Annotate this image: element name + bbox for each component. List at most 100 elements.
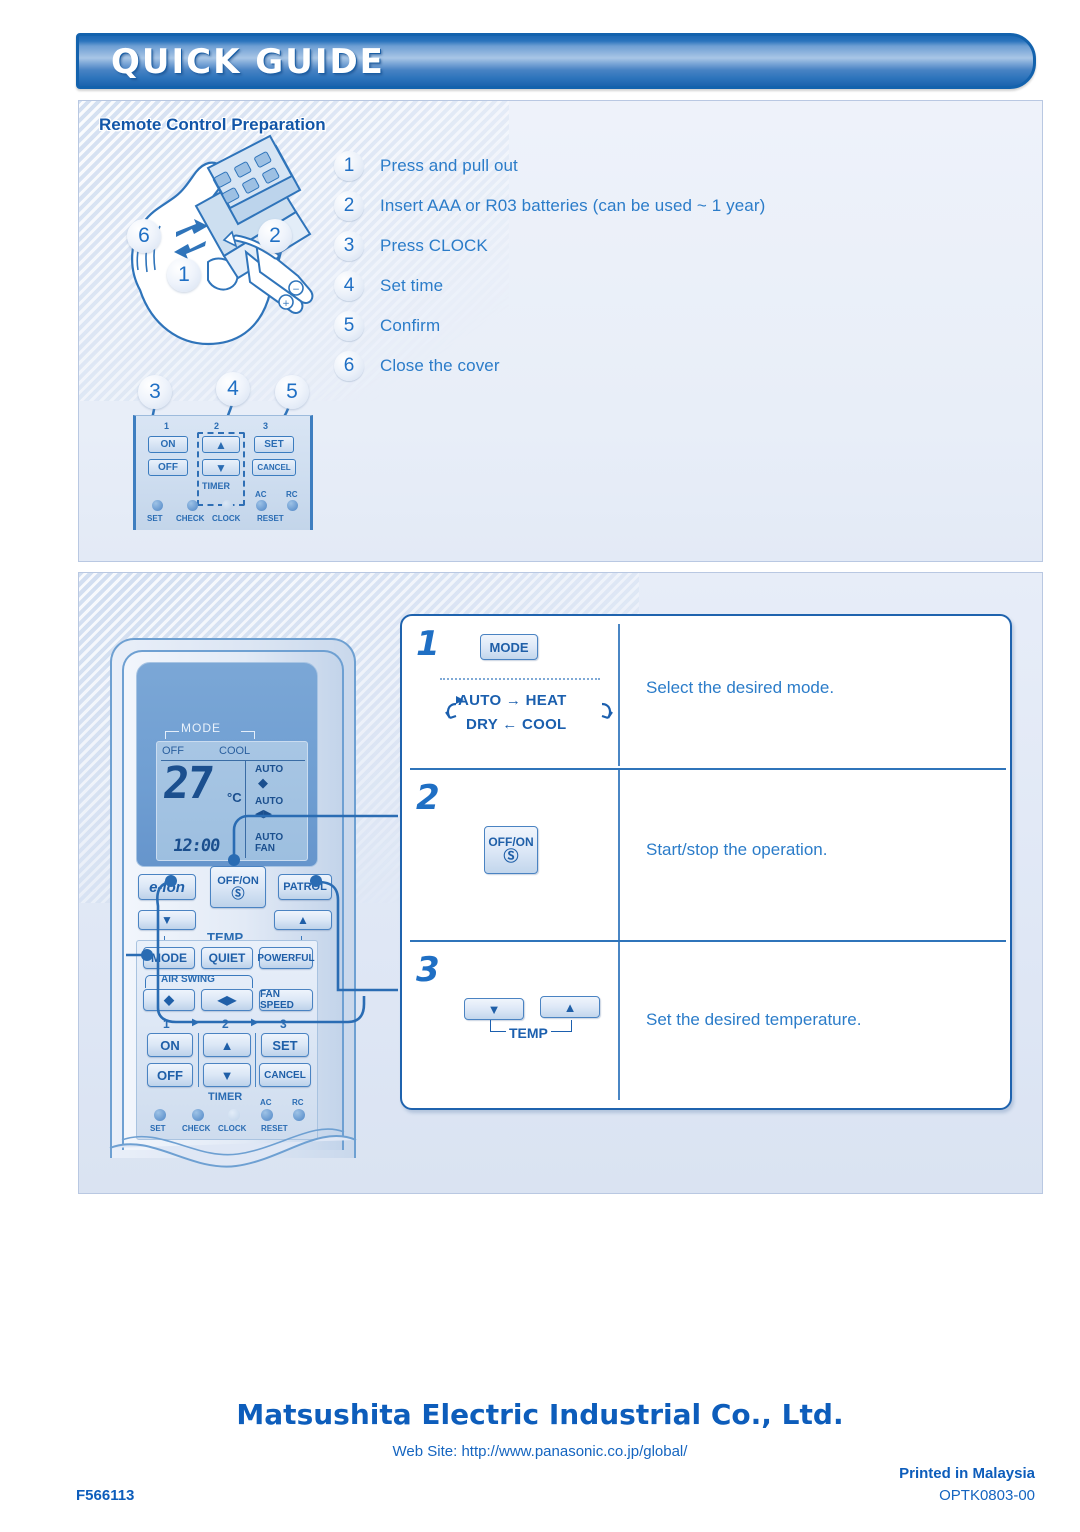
callout-2: 2: [258, 219, 292, 253]
table-vertical-divider-3: [618, 942, 620, 1100]
callout-6: 6: [127, 219, 161, 253]
mode-cycle-arrows-icon: [445, 696, 613, 720]
horizontal-swing-button[interactable]: ◀▶: [201, 989, 253, 1011]
timer-arrow-1-icon: ▶: [192, 1017, 200, 1028]
set-indicator: [154, 1109, 166, 1121]
callout-1: 1: [167, 258, 201, 292]
remote-display-area: MODE OFF COOL 27 °C 12:00 AUTO ◆ AUTO ◀▶…: [136, 662, 318, 867]
lcd-auto-air-label: AUTO: [255, 796, 284, 807]
step-label: Insert AAA or R03 batteries (can be used…: [380, 196, 766, 215]
mini-on-button[interactable]: ON: [148, 436, 188, 453]
mini-ac-reset-indicator: [256, 500, 267, 511]
mini-cancel-button[interactable]: CANCEL: [252, 459, 296, 476]
check-indicator: [192, 1109, 204, 1121]
set-indicator-label: SET: [150, 1124, 166, 1133]
mini-up-button[interactable]: ▲: [202, 436, 240, 453]
timer-up-button[interactable]: ▲: [203, 1033, 251, 1057]
table-vertical-divider-1: [618, 624, 620, 766]
list-item: 2 Insert AAA or R03 batteries (can be us…: [334, 186, 954, 226]
mini-timer-label: TIMER: [202, 481, 230, 491]
list-item: 3 Press CLOCK: [334, 226, 954, 266]
mini-set-indicator: [152, 500, 163, 511]
power-icon: Ⓢ: [503, 847, 519, 865]
printed-in-label: Printed in Malaysia: [899, 1465, 1035, 1482]
timer-cancel-button[interactable]: CANCEL: [259, 1063, 311, 1087]
lcd-auto-fan-label: AUTO: [255, 832, 284, 843]
section-title-preparation: Remote Control Preparation: [99, 115, 326, 134]
temp-down-key-illustration[interactable]: ▼: [464, 998, 524, 1020]
mini-reset-label: RESET: [257, 514, 284, 523]
timer-divider-1: [198, 1033, 200, 1087]
offon-button-label: OFF/ON: [217, 874, 259, 887]
reset-label: RESET: [261, 1124, 288, 1133]
remote-control: MODE OFF COOL 27 °C 12:00 AUTO ◆ AUTO ◀▶…: [122, 650, 344, 1150]
step-label: Set time: [380, 276, 444, 295]
vertical-swing-button[interactable]: ◆: [143, 989, 195, 1011]
temp-down-button[interactable]: ▼: [138, 910, 196, 930]
mini-check-label: CHECK: [176, 514, 205, 523]
temp-up-key-illustration[interactable]: ▲: [540, 996, 600, 1018]
mini-down-button[interactable]: ▼: [202, 459, 240, 476]
step-number: 6: [334, 351, 364, 381]
timer-divider-2: [255, 1033, 257, 1087]
timer-on-button[interactable]: ON: [147, 1033, 193, 1057]
vertical-swing-icon: ◆: [258, 775, 268, 790]
step-number: 2: [334, 191, 364, 221]
step-number: 1: [334, 151, 364, 181]
mini-off-button[interactable]: OFF: [148, 459, 188, 476]
mode-button[interactable]: MODE: [143, 947, 195, 969]
eion-button[interactable]: e-ion: [138, 874, 196, 900]
step-label: Press CLOCK: [380, 236, 488, 255]
document-code: OPTK0803-00: [939, 1487, 1035, 1504]
quiet-button[interactable]: QUIET: [201, 947, 253, 969]
table-vertical-divider-2: [618, 770, 620, 940]
page-title: QUICK GUIDE: [111, 42, 385, 82]
offon-button[interactable]: OFF/ON Ⓢ: [210, 866, 266, 908]
offon-key-illustration[interactable]: OFF/ON Ⓢ: [484, 826, 538, 874]
fan-speed-button[interactable]: FAN SPEED: [259, 989, 313, 1011]
powerful-button[interactable]: POWERFUL: [257, 947, 315, 969]
quick-guide-page: QUICK GUIDE Remote Control Preparation 1…: [0, 0, 1080, 1532]
table-row: 1 MODE AUTO → HEAT DRY ← COOL Select the…: [402, 616, 1010, 768]
timer-down-button[interactable]: ▼: [203, 1063, 251, 1087]
list-item: 6 Close the cover: [334, 346, 954, 386]
list-item: 5 Confirm: [334, 306, 954, 346]
callout-5: 5: [275, 375, 309, 409]
preparation-step-list: 1 Press and pull out 2 Insert AAA or R03…: [334, 146, 954, 386]
rc-label: RC: [292, 1098, 304, 1107]
mini-col-1: 1: [164, 421, 170, 431]
timer-off-button[interactable]: OFF: [147, 1063, 193, 1087]
temp-up-button[interactable]: ▲: [274, 910, 332, 930]
callout-3: 3: [138, 375, 172, 409]
timer-arrow-2-icon: ▶: [251, 1017, 259, 1028]
list-item: 1 Press and pull out: [334, 146, 954, 186]
mini-clock-label: CLOCK: [212, 514, 241, 523]
operation-instructions-table: 1 MODE AUTO → HEAT DRY ← COOL Select the…: [400, 614, 1012, 1110]
lcd-off-label: OFF: [162, 745, 184, 757]
mode-bracket-right: [241, 731, 255, 739]
mode-key-illustration: MODE: [480, 634, 538, 660]
lcd-clock-value: 12:00: [171, 836, 221, 856]
timer-set-button[interactable]: SET: [261, 1033, 309, 1057]
mini-rc-label: RC: [286, 490, 298, 499]
step-label: Confirm: [380, 316, 441, 335]
mini-set-button[interactable]: SET: [254, 436, 294, 453]
patrol-button[interactable]: PATROL: [278, 874, 332, 900]
lcd-divider-vertical: [245, 760, 246, 858]
instruction-number-3: 3: [416, 950, 440, 990]
mini-check-indicator: [187, 500, 198, 511]
website-url: Web Site: http://www.panasonic.co.jp/glo…: [392, 1443, 688, 1460]
table-row: 3 ▼ ▲ TEMP Set the desired temperature.: [402, 942, 1010, 1108]
instruction-number-1: 1: [416, 624, 440, 664]
lcd-auto-swing-label: AUTO: [255, 764, 284, 775]
step-label: Close the cover: [380, 356, 500, 375]
company-name: Matsushita Electric Industrial Co., Ltd.: [236, 1398, 844, 1431]
instruction-description-1: Select the desired mode.: [646, 678, 835, 697]
timer-col-1: 1: [163, 1017, 170, 1031]
timer-col-2: 2: [222, 1017, 229, 1031]
mini-ac-label: AC: [255, 490, 267, 499]
form-number: F566113: [76, 1487, 135, 1504]
ac-label: AC: [260, 1098, 272, 1107]
mini-col-3: 3: [263, 421, 269, 431]
check-indicator-label: CHECK: [182, 1124, 211, 1133]
